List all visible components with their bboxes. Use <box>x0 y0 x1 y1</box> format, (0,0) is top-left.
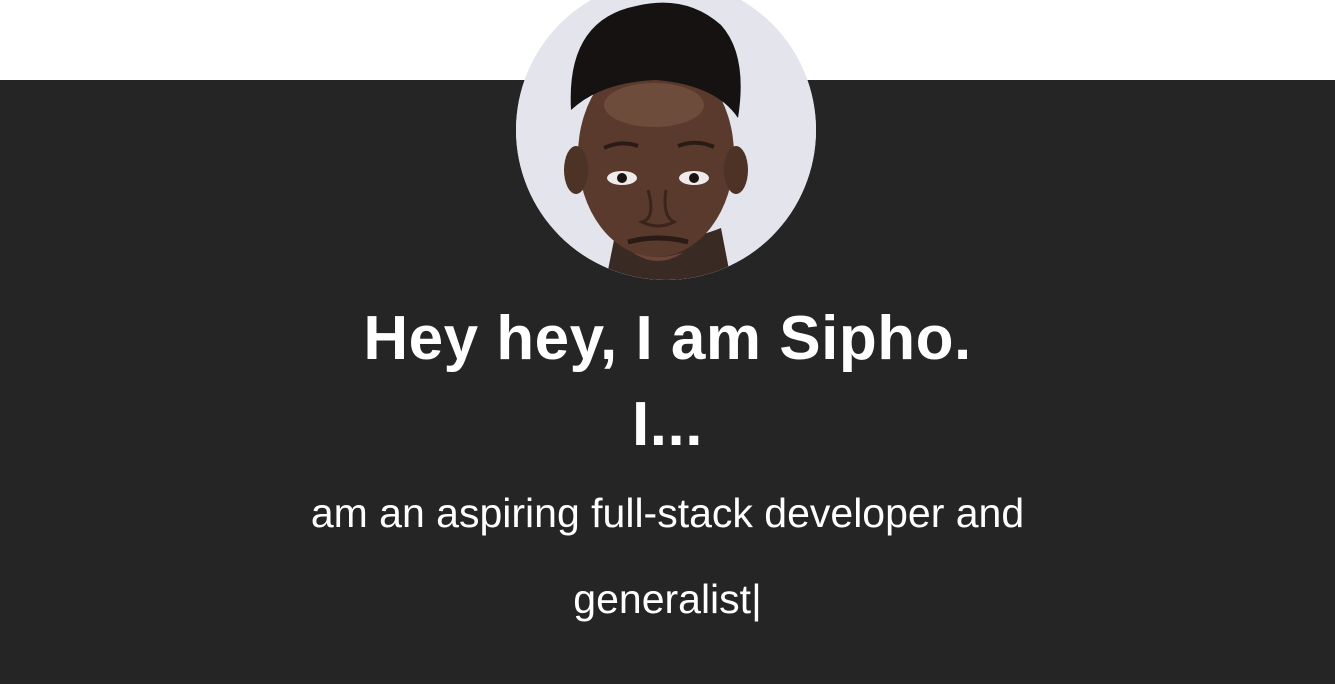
heading-line-2: I... <box>632 390 703 459</box>
typed-text: am an aspiring full-stack developer and … <box>310 490 1025 622</box>
typed-tagline: am an aspiring full-stack developer and … <box>260 470 1075 642</box>
typing-cursor: | <box>751 576 762 622</box>
hero-heading: Hey hey, I am Sipho. I... <box>0 296 1335 468</box>
page: Hey hey, I am Sipho. I... am an aspiring… <box>0 0 1335 684</box>
heading-line-1: Hey hey, I am Sipho. <box>363 304 972 373</box>
